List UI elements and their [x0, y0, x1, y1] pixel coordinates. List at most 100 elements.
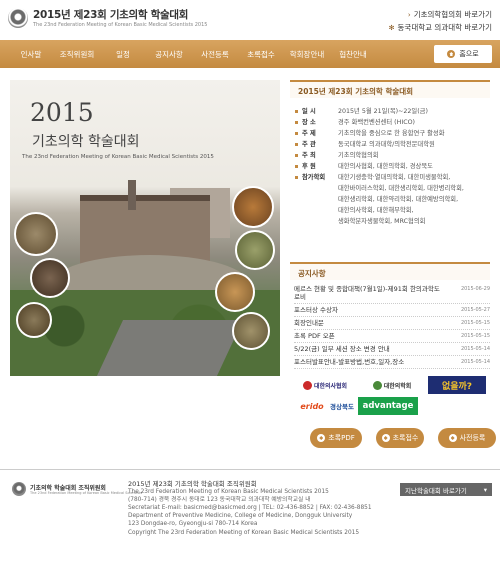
- header: 2015년 제23회 기초의학 학술대회 The 23nd Federation…: [0, 0, 500, 40]
- nav-item-abstract[interactable]: 초록접수: [238, 49, 284, 60]
- info-label: 장 소: [294, 117, 338, 128]
- notice-item[interactable]: 메르스 현황 및 종합대책(7월1일)-제91회 한의과학도 로비 2015-0…: [294, 283, 490, 304]
- info-label: 후 원: [294, 161, 338, 172]
- notice-item[interactable]: 포스터발표안내-발표방법,번호,일자,장소 2015-05-14: [294, 356, 490, 369]
- info-row-date: 일 시 2015년 5월 21일(목)~22일(금): [294, 106, 494, 117]
- nav-item-schedule[interactable]: 일정: [100, 49, 146, 60]
- notice-title: 포스터상 수상자: [294, 306, 338, 314]
- abstract-submit-button[interactable]: 초록접수: [376, 428, 424, 448]
- info-continuation: 대한의사학회, 대한해부학회,: [338, 207, 414, 214]
- footer-line: 2015년 제23회 기초의학 학술대회 조직위원회: [128, 480, 257, 488]
- footer: 기초의학 학술대회 조직위원회 The 23nd Federation Meet…: [0, 469, 500, 564]
- arrow-circle-icon: [448, 434, 457, 442]
- notice-date: 2015-05-14: [460, 359, 490, 365]
- button-label: 사전등록: [459, 434, 486, 442]
- info-continuation: 대한바이러스학회, 대한생리학회, 대한병리학회,: [338, 185, 464, 192]
- notice-item[interactable]: 초록 PDF 오픈 2015-05-15: [294, 330, 490, 343]
- sponsor-ad-logo[interactable]: 없을까?: [428, 376, 486, 394]
- notice-title: 메르스 현황 및 종합대책(7월1일)-제91회 한의과학도 로비: [294, 285, 440, 301]
- hero-subtitle: The 23nd Federation Meeting of Korean Ba…: [22, 154, 214, 160]
- info-row-host: 주 관 동국대학교 의과대학/의학전문대학원: [294, 139, 494, 150]
- notice-date: 2015-05-15: [460, 320, 490, 326]
- site-subtitle: The 23nd Federation Meeting of Korean Ba…: [33, 22, 208, 28]
- circle-photo: [232, 312, 270, 350]
- home-icon: [447, 50, 456, 58]
- flower-icon: ✻: [388, 23, 395, 32]
- hero-year: 2015: [30, 98, 94, 127]
- pre-register-button[interactable]: 사전등록: [438, 428, 496, 448]
- info-label: 일 시: [294, 106, 338, 117]
- info-row-theme: 주 제 기초의학을 중심으로 한 융합연구 활성화: [294, 128, 494, 139]
- notice-heading[interactable]: 공지사항: [290, 262, 490, 280]
- notice-item[interactable]: 포스터상 수상자 2015-05-27: [294, 304, 490, 317]
- footer-line: Department of Preventive Medicine, Colle…: [128, 513, 353, 520]
- info-row-venue: 장 소 경주 화백컨벤션센터 (HICO): [294, 117, 494, 128]
- logo[interactable]: [8, 8, 28, 28]
- nav-item-sponsor[interactable]: 협찬안내: [330, 49, 376, 60]
- button-label: 초록PDF: [328, 434, 355, 442]
- quick-link-label: 동국대학교 의과대학 바로가기: [397, 23, 492, 32]
- button-label: 초록접수: [392, 434, 419, 442]
- family-site-select[interactable]: 지난학술대회 바로가기 ▾: [400, 483, 492, 496]
- info-row-societies: 참가학회 대한기생충학·열대의학회, 대한미생물학회,: [294, 172, 494, 183]
- arrow-circle-icon: [381, 434, 390, 442]
- hero-banner: 2015 기초의학 학술대회 The 23nd Federation Meeti…: [10, 80, 280, 376]
- nav-item-greeting[interactable]: 인사말: [8, 49, 54, 60]
- footer-org-subtitle: The 23nd Federation Meeting of Korean Ba…: [30, 491, 143, 495]
- footer-line: (780-714) 경북 경주시 동대로 123 동국대학교 의과대학 예방의학…: [128, 497, 311, 504]
- family-site-label: 지난학술대회 바로가기: [405, 486, 467, 495]
- notice-title: 포스터발표안내-발표방법,번호,일자,장소: [294, 358, 405, 366]
- action-buttons: 초록PDF 초록접수 사전등록: [310, 428, 500, 448]
- abstract-pdf-button[interactable]: 초록PDF: [310, 428, 362, 448]
- home-label: 홈으로: [459, 50, 479, 58]
- sponsor-kma-logo[interactable]: 대한의사협회: [298, 377, 352, 393]
- info-continuation: 대한생리학회, 대한약리학회, 대한예방의학회,: [338, 196, 459, 203]
- sponsor-kams-logo[interactable]: 대한의학회: [366, 377, 418, 393]
- tower-image: [128, 180, 136, 210]
- info-row-support: 후 원 대한의사협회, 대한의학회, 경상북도: [294, 161, 494, 172]
- info-value: 경주 화백컨벤션센터 (HICO): [338, 119, 415, 126]
- circle-photo: [16, 302, 52, 338]
- notice-date: 2015-05-27: [460, 307, 490, 313]
- notice-date: 2015-05-14: [460, 346, 490, 352]
- info-value: 동국대학교 의과대학/의학전문대학원: [338, 141, 435, 148]
- info-value: 대한의사협회, 대한의학회, 경상북도: [338, 163, 433, 170]
- footer-line: 123 Dongdae-ro, Gyeongju-si 780-714 Kore…: [128, 521, 258, 528]
- footer-line: Secretariat E-mail: basicmed@basicmed.or…: [128, 505, 372, 512]
- circle-photo: [14, 212, 58, 256]
- footer-line: The 23rd Federation Meeting of Korean Ba…: [128, 489, 329, 496]
- nav-item-notice[interactable]: 공지사항: [146, 49, 192, 60]
- circle-photo: [30, 258, 70, 298]
- info-label: 주 관: [294, 139, 338, 150]
- info-value: 기초의학협의회: [338, 152, 379, 159]
- info-value: 기초의학을 중심으로 한 융합연구 활성화: [338, 130, 445, 137]
- notice-title: 회장인내문: [294, 319, 324, 327]
- info-row-organizer: 주 최 기초의학협의회: [294, 150, 494, 161]
- notice-item[interactable]: 5/22(금) 일부 세션 장소 변경 안내 2015-05-14: [294, 343, 490, 356]
- notice-date: 2015-05-15: [460, 333, 490, 339]
- sponsor-logos: 대한의사협회 대한의학회 없을까? erido 경상북도 advantage: [294, 376, 490, 416]
- sponsor-erido-logo[interactable]: erido: [296, 398, 328, 414]
- main-nav: 인사말 조직위원회 일정 공지사항 사전등록 초록접수 학회장안내 협찬안내 홈…: [0, 40, 500, 68]
- site-title[interactable]: 2015년 제23회 기초의학 학술대회: [33, 7, 188, 22]
- circle-photo: [215, 272, 255, 312]
- info-value: 2015년 5월 21일(목)~22일(금): [338, 108, 428, 115]
- info-list: 일 시 2015년 5월 21일(목)~22일(금) 장 소 경주 화백컨벤션센…: [294, 106, 494, 227]
- info-label: 참가학회: [294, 172, 338, 183]
- circle-photo: [235, 230, 275, 270]
- info-continuation: 생화학분자생물학회, MRC협의회: [338, 218, 426, 225]
- notice-item[interactable]: 회장인내문 2015-05-15: [294, 317, 490, 330]
- nav-item-venue[interactable]: 학회장안내: [284, 49, 330, 60]
- sponsor-advantage-logo[interactable]: advantage: [358, 397, 418, 415]
- quick-link-federation[interactable]: › 기초의학협의회 바로가기: [408, 9, 492, 20]
- sponsor-gyeongbuk-logo[interactable]: 경상북도: [330, 398, 354, 414]
- footer-logo: [12, 482, 26, 496]
- footer-line: Copyright The 23rd Federation Meeting of…: [128, 529, 360, 536]
- notice-list: 메르스 현황 및 종합대책(7월1일)-제91회 한의과학도 로비 2015-0…: [294, 283, 490, 369]
- home-button[interactable]: 홈으로: [434, 45, 492, 63]
- quick-link-dongguk[interactable]: ✻ 동국대학교 의과대학 바로가기: [389, 22, 492, 33]
- notice-date: 2015-06-29: [460, 286, 490, 292]
- arrow-icon: ›: [407, 10, 411, 19]
- nav-item-committee[interactable]: 조직위원회: [54, 49, 100, 60]
- nav-item-registration[interactable]: 사전등록: [192, 49, 238, 60]
